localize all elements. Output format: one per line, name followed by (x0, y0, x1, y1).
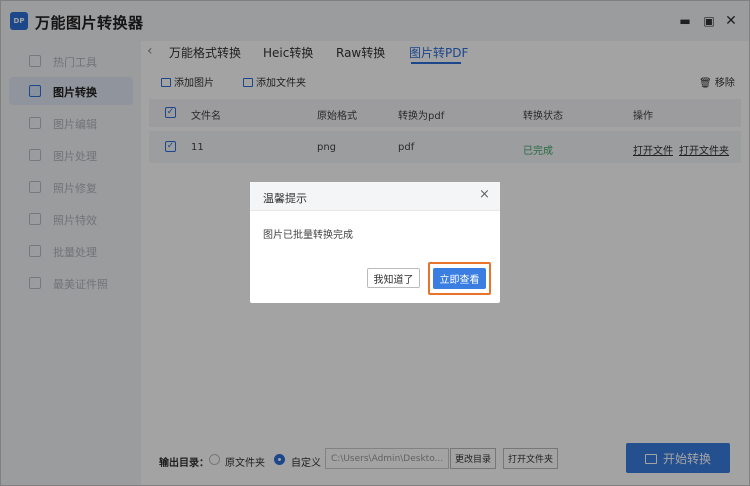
view-now-button[interactable]: 立即查看 (433, 268, 486, 289)
dialog-header: 温馨提示 × (250, 182, 500, 211)
notice-dialog: 温馨提示 × 图片已批量转换完成 我知道了 立即查看 (250, 182, 500, 303)
got-it-button[interactable]: 我知道了 (367, 268, 420, 288)
dialog-message: 图片已批量转换完成 (263, 230, 353, 241)
close-icon[interactable]: × (479, 187, 490, 202)
dialog-title: 温馨提示 (263, 192, 307, 205)
modal-overlay: 温馨提示 × 图片已批量转换完成 我知道了 立即查看 (0, 0, 750, 486)
